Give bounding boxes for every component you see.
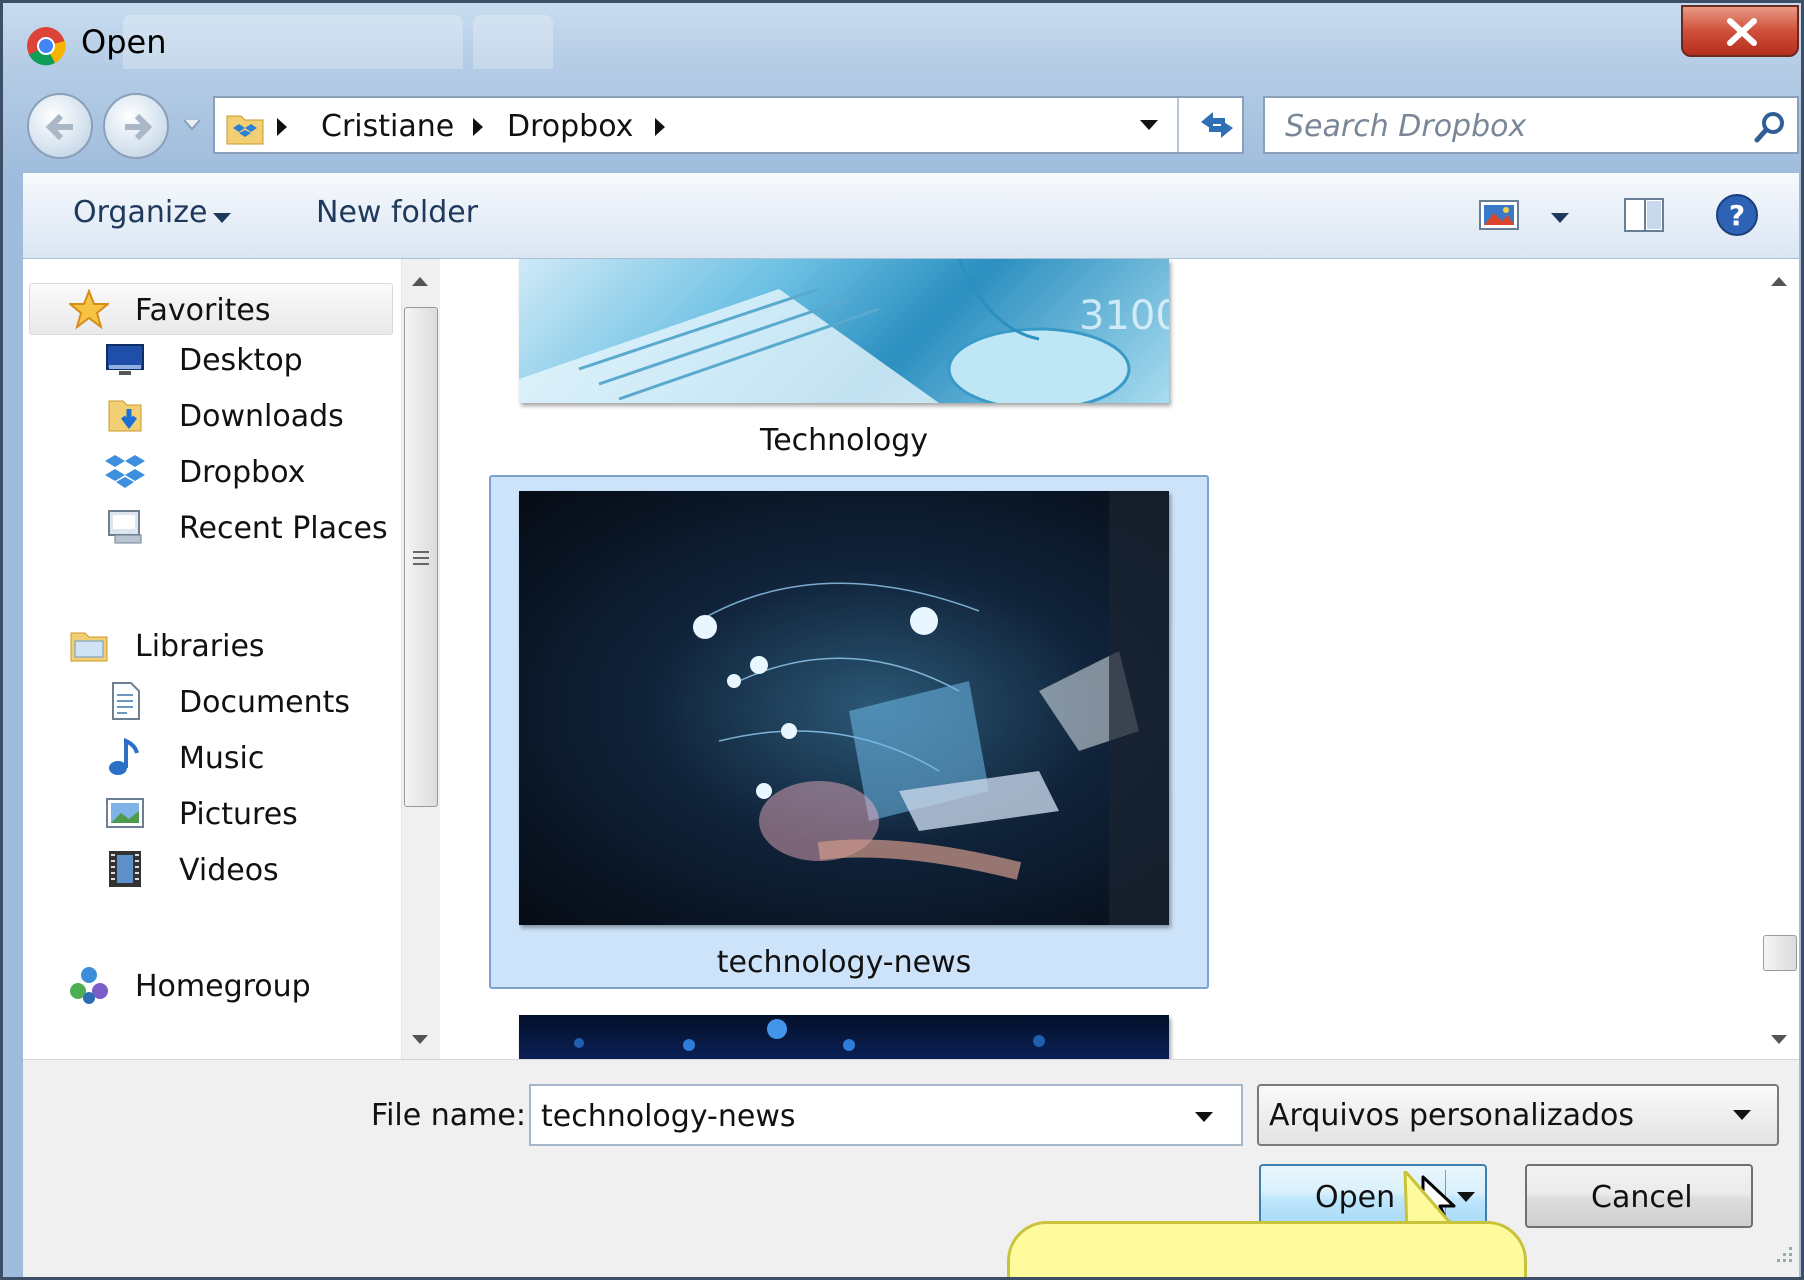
music-label: Music — [179, 741, 265, 776]
downloads-label: Downloads — [179, 399, 344, 434]
star-icon — [69, 289, 109, 329]
window-title: Open — [81, 23, 167, 61]
recent-places-label: Recent Places — [179, 511, 388, 546]
back-arrow-icon — [45, 113, 73, 141]
desktop-label: Desktop — [179, 343, 303, 378]
desktop-icon — [106, 344, 144, 375]
sidebar-item-downloads[interactable]: Downloads — [105, 391, 395, 441]
sidebar-item-music[interactable]: Music — [105, 733, 395, 783]
organize-button[interactable]: Organize — [73, 195, 207, 230]
close-button[interactable] — [1681, 5, 1799, 57]
videos-icon — [109, 851, 141, 887]
dropbox-icon — [105, 455, 145, 488]
cancel-button-label: Cancel — [1591, 1180, 1693, 1215]
file-type-select[interactable]: Arquivos personalizados — [1257, 1084, 1779, 1146]
change-view-icon[interactable] — [1478, 197, 1520, 233]
music-icon — [109, 737, 139, 775]
tutorial-callout — [1007, 1221, 1527, 1277]
crumb-separator-icon[interactable] — [655, 118, 665, 136]
file-list-scrollbar[interactable] — [1759, 259, 1797, 1059]
downloads-icon — [108, 400, 142, 432]
sidebar-item-desktop[interactable]: Desktop — [105, 335, 395, 385]
scroll-down-icon[interactable] — [1771, 1035, 1787, 1044]
file-thumbnail-next[interactable] — [519, 1015, 1169, 1059]
pictures-label: Pictures — [179, 797, 298, 832]
documents-icon — [112, 682, 140, 720]
file-name-label: File name: — [371, 1098, 526, 1133]
file-list: 3100 Technology — [423, 259, 1753, 1059]
dialog-body: Favorites Desktop Downloads Dropbox Rece… — [23, 259, 1799, 1059]
breadcrumb-cristiane[interactable]: Cristiane — [321, 109, 454, 144]
forward-button[interactable] — [103, 93, 169, 159]
navigation-pane: Favorites Desktop Downloads Dropbox Rece… — [23, 259, 440, 1059]
file-thumbnail-technology[interactable]: 3100 — [519, 259, 1169, 403]
forward-arrow-icon — [125, 113, 153, 141]
sidebar-item-documents[interactable]: Documents — [105, 677, 395, 727]
sidebar-item-pictures[interactable]: Pictures — [105, 789, 395, 839]
search-placeholder[interactable]: Search Dropbox — [1285, 109, 1526, 144]
background-tab — [123, 15, 463, 69]
dropbox-label: Dropbox — [179, 455, 306, 490]
file-name-technology-news[interactable]: technology-news — [519, 945, 1169, 980]
homegroup-icon — [70, 967, 108, 1004]
file-thumbnail-technology-news[interactable] — [519, 491, 1169, 925]
next-file-image — [574, 1019, 1045, 1051]
scroll-up-icon[interactable] — [1771, 277, 1787, 286]
dialog-footer: File name: Arquivos personalizados Open … — [23, 1059, 1799, 1277]
refresh-icon[interactable] — [1195, 108, 1239, 142]
address-dropdown-icon[interactable] — [1140, 120, 1158, 130]
file-name-dropdown-icon[interactable] — [1195, 1112, 1213, 1122]
sidebar-item-recent-places[interactable]: Recent Places — [105, 503, 395, 553]
technology-image: 3100 — [519, 259, 1169, 403]
organize-dropdown-icon[interactable] — [213, 213, 231, 223]
help-icon[interactable]: ? — [1715, 193, 1759, 237]
favorites-label: Favorites — [135, 293, 271, 328]
sidebar-item-dropbox[interactable]: Dropbox — [105, 447, 395, 497]
technology-news-image — [693, 491, 1169, 925]
sidebar-item-libraries[interactable]: Libraries — [69, 621, 389, 671]
view-options-dropdown-icon[interactable] — [1551, 213, 1569, 223]
close-icon — [1727, 18, 1757, 46]
documents-label: Documents — [179, 685, 351, 720]
file-name-field[interactable] — [529, 1084, 1243, 1146]
pictures-icon — [106, 798, 144, 828]
homegroup-label: Homegroup — [135, 969, 311, 1004]
file-list-scroll-thumb[interactable] — [1763, 935, 1797, 971]
preview-pane-icon[interactable] — [1623, 197, 1665, 233]
file-name-technology[interactable]: Technology — [519, 423, 1169, 458]
file-type-dropdown-icon[interactable] — [1733, 1110, 1751, 1120]
address-divider — [1177, 98, 1179, 152]
open-file-dialog: Open Cristiane Dropbox Search Dropbox Or… — [0, 0, 1804, 1280]
dropbox-folder-icon — [226, 115, 264, 145]
file-name-input[interactable] — [539, 1095, 1163, 1137]
videos-label: Videos — [179, 853, 279, 888]
sidebar-item-favorites[interactable]: Favorites — [69, 285, 389, 335]
command-bar: Organize New folder ? — [23, 173, 1799, 259]
libraries-label: Libraries — [135, 629, 265, 664]
recent-places-icon — [108, 510, 142, 544]
new-folder-button[interactable]: New folder — [316, 195, 478, 230]
address-bar[interactable]: Cristiane Dropbox — [213, 96, 1244, 154]
chrome-icon — [27, 27, 66, 66]
breadcrumb-dropbox[interactable]: Dropbox — [507, 109, 633, 144]
background-tab — [473, 15, 553, 69]
cancel-button[interactable]: Cancel — [1525, 1164, 1753, 1228]
libraries-icon — [70, 632, 108, 662]
sidebar-item-videos[interactable]: Videos — [105, 845, 395, 895]
open-button-label: Open — [1315, 1180, 1396, 1215]
search-box[interactable]: Search Dropbox — [1263, 96, 1799, 154]
crumb-separator-icon[interactable] — [277, 118, 287, 136]
back-button[interactable] — [27, 93, 93, 159]
resize-grip-icon[interactable] — [1773, 1243, 1795, 1265]
svg-text:3100: 3100 — [1079, 293, 1169, 339]
recent-pages-dropdown-icon[interactable] — [183, 119, 201, 131]
svg-text:?: ? — [1729, 199, 1745, 232]
search-icon[interactable] — [1753, 110, 1787, 144]
file-type-value: Arquivos personalizados — [1269, 1098, 1635, 1133]
sidebar-item-homegroup[interactable]: Homegroup — [69, 961, 389, 1011]
crumb-separator-icon[interactable] — [473, 118, 483, 136]
organize-label: Organize — [73, 195, 208, 230]
